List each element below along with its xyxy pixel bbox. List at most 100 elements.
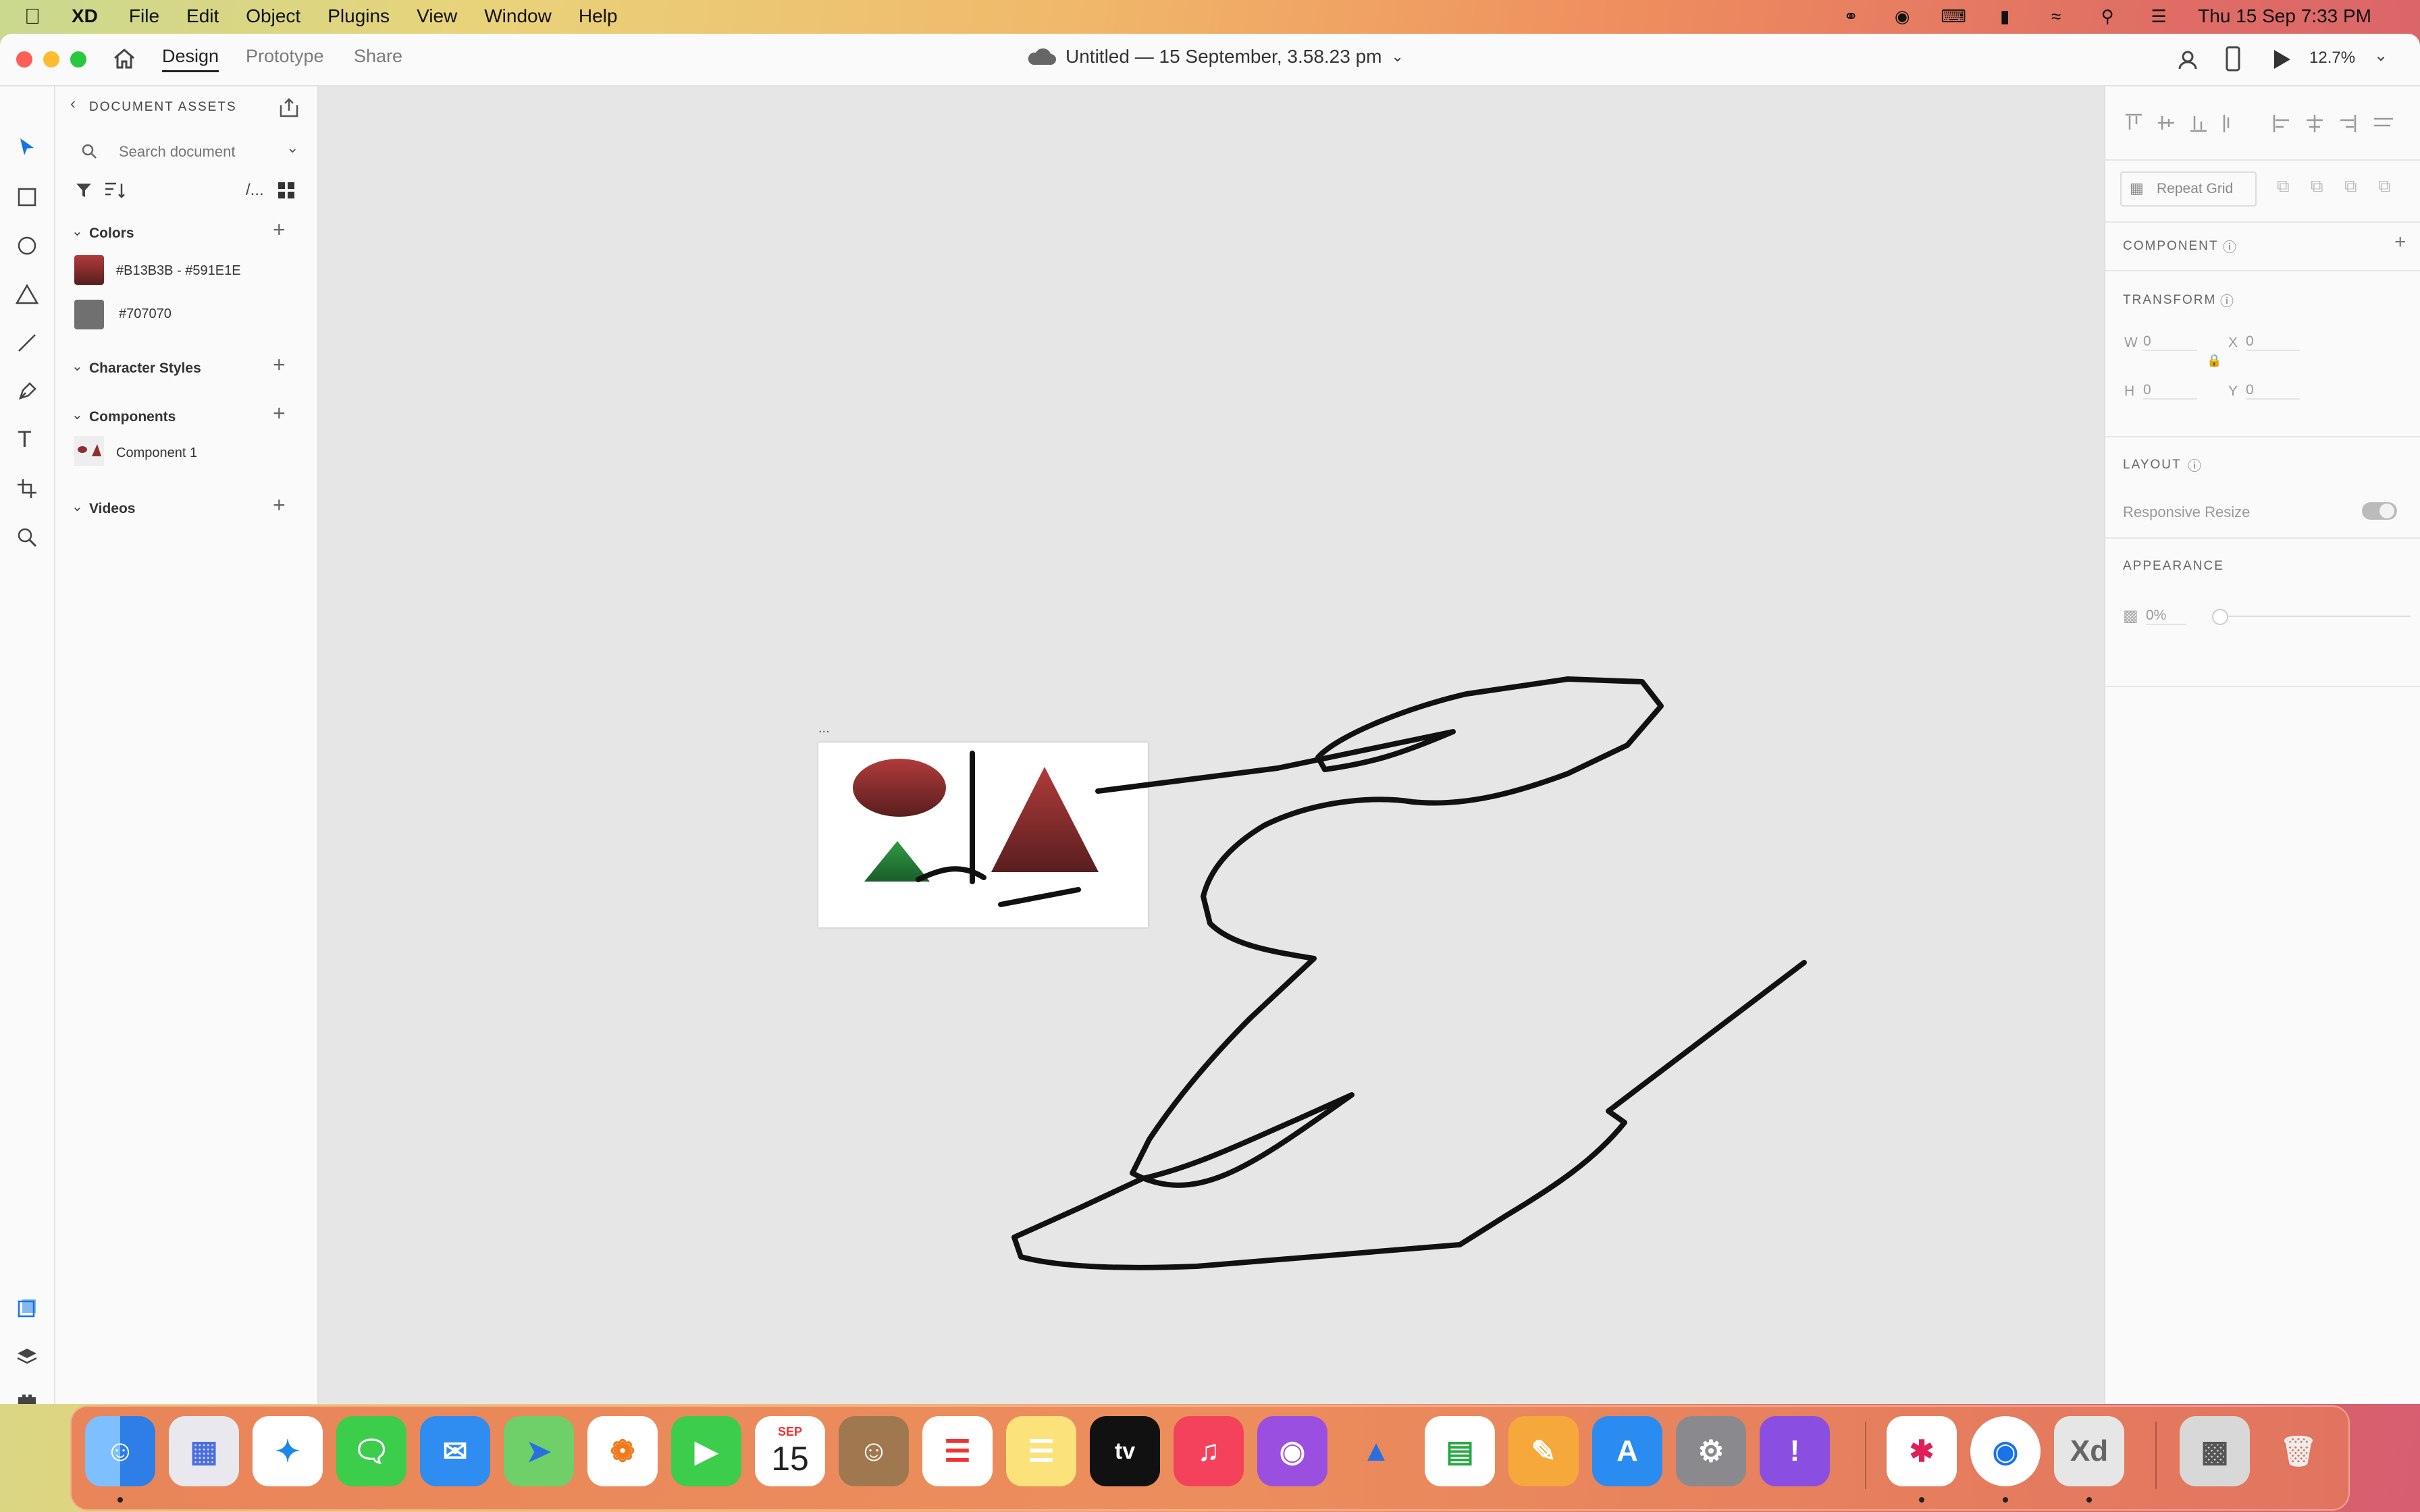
width-field[interactable]: 0 <box>2143 333 2197 351</box>
boolean-exclude-icon[interactable]: ⧉ <box>2378 176 2391 197</box>
component-info-icon[interactable]: ⓘ <box>2223 236 2236 256</box>
clock[interactable]: Thu 15 Sep 7:33 PM <box>2198 5 2371 27</box>
align-horizontal-icons[interactable] <box>2271 112 2413 136</box>
pen-tool-icon[interactable] <box>16 381 38 402</box>
close-window-button[interactable] <box>16 51 32 68</box>
boolean-subtract-icon[interactable]: ⧉ <box>2311 176 2323 197</box>
downloads-stack-icon[interactable]: ▩ <box>2180 1416 2250 1486</box>
globe-icon[interactable]: ◉ <box>1890 6 1914 26</box>
select-tool-icon[interactable] <box>16 136 38 158</box>
menu-file[interactable]: File <box>129 5 159 27</box>
add-character-style-icon[interactable]: + <box>273 352 286 377</box>
component-thumbnail[interactable] <box>74 436 104 466</box>
list-view-toggle[interactable]: /... <box>246 181 264 200</box>
app-store-icon[interactable]: A <box>1592 1416 1662 1486</box>
plugins-panel-icon[interactable] <box>16 1395 38 1404</box>
numbers-icon[interactable]: ▤ <box>1425 1416 1495 1486</box>
colors-collapse-chevron-icon[interactable]: ⌄ <box>72 223 83 240</box>
videos-section-title[interactable]: Videos <box>89 501 135 517</box>
add-component-state-icon[interactable]: + <box>2394 231 2406 254</box>
red-triangle-shape[interactable] <box>991 767 1099 872</box>
photos-icon[interactable]: ❁ <box>587 1416 658 1486</box>
tab-share[interactable]: Share <box>354 46 402 67</box>
search-dropdown-chevron-icon[interactable]: ⌄ <box>286 139 298 157</box>
freehand-stroke[interactable] <box>1011 676 1807 1270</box>
maps-icon[interactable]: ➤ <box>504 1416 574 1486</box>
grid-view-icon[interactable] <box>277 181 296 200</box>
line-tool-icon[interactable] <box>16 332 38 354</box>
control-center-icon[interactable]: ☰ <box>2147 6 2171 26</box>
sort-icon[interactable] <box>104 181 126 200</box>
menu-plugins[interactable]: Plugins <box>327 5 390 27</box>
height-field[interactable]: 0 <box>2143 382 2197 400</box>
add-color-icon[interactable]: + <box>273 217 286 242</box>
contacts-icon[interactable]: ☺ <box>839 1416 909 1486</box>
repeat-grid-button[interactable]: ▦ Repeat Grid <box>2120 171 2257 207</box>
search-input[interactable] <box>117 140 255 163</box>
apple-menu-icon[interactable]:  <box>24 4 41 29</box>
safari-icon[interactable]: ✦ <box>253 1416 323 1486</box>
videos-collapse-chevron-icon[interactable]: ⌄ <box>72 498 83 515</box>
character-styles-collapse-chevron-icon[interactable]: ⌄ <box>72 358 83 375</box>
system-preferences-icon[interactable]: ⚙ <box>1676 1416 1746 1486</box>
home-icon[interactable] <box>112 47 136 70</box>
design-canvas[interactable]: ... <box>319 86 2103 1404</box>
filter-icon[interactable] <box>74 181 93 200</box>
assets-panel-icon[interactable] <box>16 1297 38 1319</box>
keynote-icon[interactable]: ▲ <box>1341 1416 1411 1486</box>
ellipse-tool-icon[interactable] <box>16 235 38 256</box>
artboard-tool-icon[interactable] <box>16 478 38 500</box>
color-swatch-gradient[interactable] <box>74 255 104 285</box>
calendar-icon[interactable]: SEP 15 <box>755 1416 825 1486</box>
back-chevron-icon[interactable]: ‹ <box>70 94 76 113</box>
app-menu[interactable]: XD <box>72 5 98 27</box>
slack-icon[interactable]: ✱ <box>1887 1416 1957 1486</box>
boolean-intersect-icon[interactable]: ⧉ <box>2344 176 2357 197</box>
lock-aspect-icon[interactable]: 🔒 <box>2207 354 2221 368</box>
tab-prototype[interactable]: Prototype <box>246 46 324 67</box>
menu-help[interactable]: Help <box>579 5 618 27</box>
menu-object[interactable]: Object <box>246 5 300 27</box>
components-collapse-chevron-icon[interactable]: ⌄ <box>72 406 83 423</box>
opacity-field[interactable]: 0% <box>2146 608 2186 625</box>
pages-icon[interactable]: ✎ <box>1508 1416 1579 1486</box>
zoom-window-button[interactable] <box>70 51 86 68</box>
tab-design[interactable]: Design <box>162 46 219 72</box>
layers-panel-icon[interactable] <box>16 1346 38 1368</box>
adobe-xd-icon[interactable]: Xd <box>2054 1416 2124 1486</box>
rectangle-tool-icon[interactable] <box>16 186 38 208</box>
text-tool-icon[interactable]: T <box>18 427 32 453</box>
layout-info-icon[interactable]: ⓘ <box>2188 455 2201 475</box>
zoom-chevron-icon[interactable]: ⌄ <box>2374 46 2388 65</box>
mobile-preview-icon[interactable] <box>2226 46 2240 72</box>
character-styles-section-title[interactable]: Character Styles <box>89 360 201 377</box>
polygon-tool-icon[interactable] <box>15 284 39 305</box>
apple-tv-icon[interactable]: tv <box>1090 1416 1160 1486</box>
podcasts-icon[interactable]: ◉ <box>1257 1416 1327 1486</box>
align-vertical-icons[interactable] <box>2123 112 2265 136</box>
reminders-icon[interactable]: ☰ <box>922 1416 993 1486</box>
trash-icon[interactable]: 🗑 <box>2263 1416 2334 1486</box>
chrome-icon[interactable]: ◉ <box>1970 1416 2041 1486</box>
music-icon[interactable]: ♫ <box>1174 1416 1244 1486</box>
wifi-icon[interactable]: ≈ <box>2044 6 2068 26</box>
red-ellipse-shape[interactable] <box>853 759 946 817</box>
colors-section-title[interactable]: Colors <box>89 225 134 242</box>
creative-cloud-icon[interactable]: ⚭ <box>1839 6 1863 26</box>
color-swatch-gray[interactable] <box>74 300 104 329</box>
component-label[interactable]: Component 1 <box>116 446 197 461</box>
facetime-icon[interactable]: ▶ <box>671 1416 741 1486</box>
add-video-icon[interactable]: + <box>273 493 286 518</box>
green-triangle-shape[interactable] <box>864 841 930 882</box>
components-section-title[interactable]: Components <box>89 409 176 425</box>
x-field[interactable]: 0 <box>2246 333 2300 351</box>
y-field[interactable]: 0 <box>2246 382 2300 400</box>
opacity-slider[interactable] <box>2212 609 2411 625</box>
zoom-tool-icon[interactable] <box>16 526 38 548</box>
finder-icon[interactable]: ☺ <box>85 1416 155 1486</box>
feedback-assistant-icon[interactable]: ! <box>1760 1416 1830 1486</box>
menu-window[interactable]: Window <box>484 5 552 27</box>
transform-info-icon[interactable]: ⓘ <box>2220 290 2234 310</box>
keyboard-icon[interactable]: ⌨ <box>1941 6 1966 26</box>
mail-icon[interactable]: ✉ <box>420 1416 490 1486</box>
